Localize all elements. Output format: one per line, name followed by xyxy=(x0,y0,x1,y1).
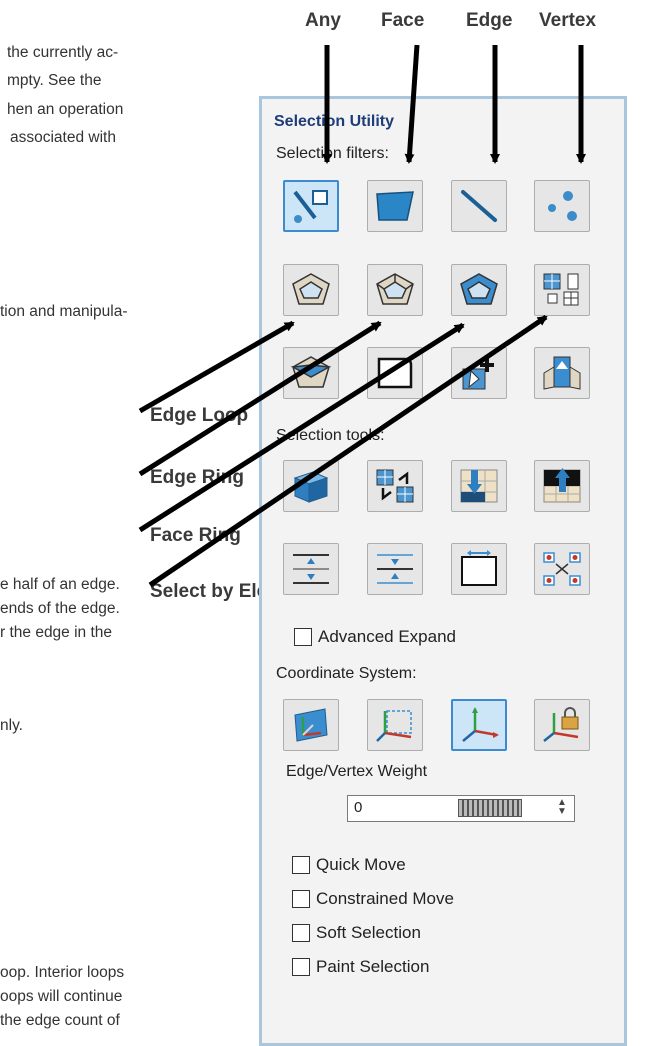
shrink-selection-button[interactable] xyxy=(367,543,423,595)
selection-tools-label: Selection tools: xyxy=(276,427,385,444)
extrude-region-button[interactable] xyxy=(534,347,590,399)
invert-selection-icon xyxy=(376,469,414,503)
expand-selection-icon xyxy=(293,554,329,584)
paint-selection-checkbox[interactable]: Paint Selection xyxy=(292,957,429,977)
vertex-filter-icon xyxy=(548,191,577,221)
doc-text-line: ends of the edge. xyxy=(0,600,120,617)
doc-text-line: e half of an edge. xyxy=(0,576,120,593)
face-ring-button[interactable] xyxy=(451,264,507,316)
local-coordinate-button[interactable] xyxy=(283,699,339,751)
add-selection-icon xyxy=(462,358,494,390)
advanced-expand-checkbox[interactable]: Advanced Expand xyxy=(294,627,456,647)
quick-move-label: Quick Move xyxy=(316,855,406,874)
face-filter-icon xyxy=(376,191,414,221)
doc-text-line: the currently ac- xyxy=(7,44,119,61)
locked-coordinate-icon xyxy=(543,707,579,742)
edge-loop-icon xyxy=(292,273,330,305)
doc-text-line: oops will continue xyxy=(0,988,123,1005)
boundary-edge-button[interactable] xyxy=(367,347,423,399)
quick-move-checkbox[interactable]: Quick Move xyxy=(292,855,406,875)
invert-selection-button[interactable] xyxy=(367,460,423,512)
callout-face-ring: Face Ring xyxy=(150,525,241,546)
callout-any: Any xyxy=(305,10,341,31)
shrink-selection-icon xyxy=(377,554,413,584)
callout-vertex: Vertex xyxy=(539,10,597,31)
doc-text-line: hen an operation xyxy=(7,101,124,118)
edge-ring-button[interactable] xyxy=(367,264,423,316)
scatter-select-button[interactable] xyxy=(534,543,590,595)
soft-selection-label: Soft Selection xyxy=(316,923,421,942)
scatter-select-icon xyxy=(543,552,581,586)
checkbox-box[interactable] xyxy=(292,890,310,908)
bounding-coordinate-icon xyxy=(376,710,412,742)
edge-loop-button[interactable] xyxy=(283,264,339,316)
constrained-move-checkbox[interactable]: Constrained Move xyxy=(292,889,454,909)
any-filter-button[interactable] xyxy=(283,180,339,232)
callout-edge: Edge xyxy=(466,10,513,31)
world-coordinate-button[interactable] xyxy=(451,699,507,751)
grow-up-icon xyxy=(543,468,581,503)
edge-vertex-weight-label: Edge/Vertex Weight xyxy=(286,763,428,780)
boundary-select-button[interactable] xyxy=(451,543,507,595)
soft-selection-checkbox[interactable]: Soft Selection xyxy=(292,923,421,943)
weight-slider[interactable] xyxy=(458,799,522,817)
callout-face: Face xyxy=(381,10,425,31)
edge-filter-icon xyxy=(461,190,497,222)
add-selection-button[interactable] xyxy=(451,347,507,399)
checkbox-box[interactable] xyxy=(292,856,310,874)
face-ring-icon xyxy=(460,273,498,305)
grow-down-button[interactable] xyxy=(451,460,507,512)
checkbox-box[interactable] xyxy=(292,958,310,976)
expand-selection-button[interactable] xyxy=(283,543,339,595)
selection-utility-panel: Selection Utility Selection filters: Sel… xyxy=(259,96,627,1046)
paint-selection-label: Paint Selection xyxy=(316,957,430,976)
weight-value: 0 xyxy=(354,799,363,816)
checkbox-box[interactable] xyxy=(294,628,312,646)
checkbox-box[interactable] xyxy=(292,924,310,942)
face-loop-icon xyxy=(290,356,332,388)
constrained-move-label: Constrained Move xyxy=(316,889,454,908)
callout-edge-loop: Edge Loop xyxy=(150,405,249,426)
boundary-select-icon xyxy=(461,550,497,586)
local-coordinate-icon xyxy=(294,708,328,742)
select-all-cube-icon xyxy=(293,471,329,503)
world-coordinate-icon xyxy=(462,707,499,742)
panel-title: Selection Utility xyxy=(274,113,395,130)
doc-text-line: r the edge in the xyxy=(0,624,113,641)
edge-ring-icon xyxy=(376,273,414,305)
doc-text-line: tion and manipula- xyxy=(0,303,128,320)
face-filter-button[interactable] xyxy=(367,180,423,232)
advanced-expand-label: Advanced Expand xyxy=(318,627,456,646)
edge-filter-button[interactable] xyxy=(451,180,507,232)
bounding-coordinate-button[interactable] xyxy=(367,699,423,751)
coordinate-system-label: Coordinate System: xyxy=(276,665,417,682)
doc-text-line: mpty. See the xyxy=(7,72,102,89)
face-loop-button[interactable] xyxy=(283,347,339,399)
doc-text-line: the edge count of xyxy=(0,1012,120,1029)
grow-down-icon xyxy=(460,469,498,503)
vertex-filter-button[interactable] xyxy=(534,180,590,232)
select-by-element-button[interactable] xyxy=(534,264,590,316)
doc-text-line: nly. xyxy=(0,717,23,734)
extrude-region-icon xyxy=(543,356,581,390)
any-filter-icon xyxy=(293,190,328,223)
selection-filters-label: Selection filters: xyxy=(276,145,389,162)
select-all-button[interactable] xyxy=(283,460,339,512)
weight-spinner[interactable]: ▲ ▼ xyxy=(554,798,570,818)
select-by-element-icon xyxy=(543,273,579,306)
chevron-down-icon[interactable]: ▼ xyxy=(557,806,567,817)
doc-text-line: associated with xyxy=(10,129,116,146)
grow-up-button[interactable] xyxy=(534,460,590,512)
boundary-edge-icon xyxy=(377,357,413,389)
locked-coordinate-button[interactable] xyxy=(534,699,590,751)
edge-vertex-weight-field[interactable]: 0 ▲ ▼ xyxy=(347,795,575,822)
callout-edge-ring: Edge Ring xyxy=(150,467,244,488)
doc-text-line: oop. Interior loops xyxy=(0,964,125,981)
